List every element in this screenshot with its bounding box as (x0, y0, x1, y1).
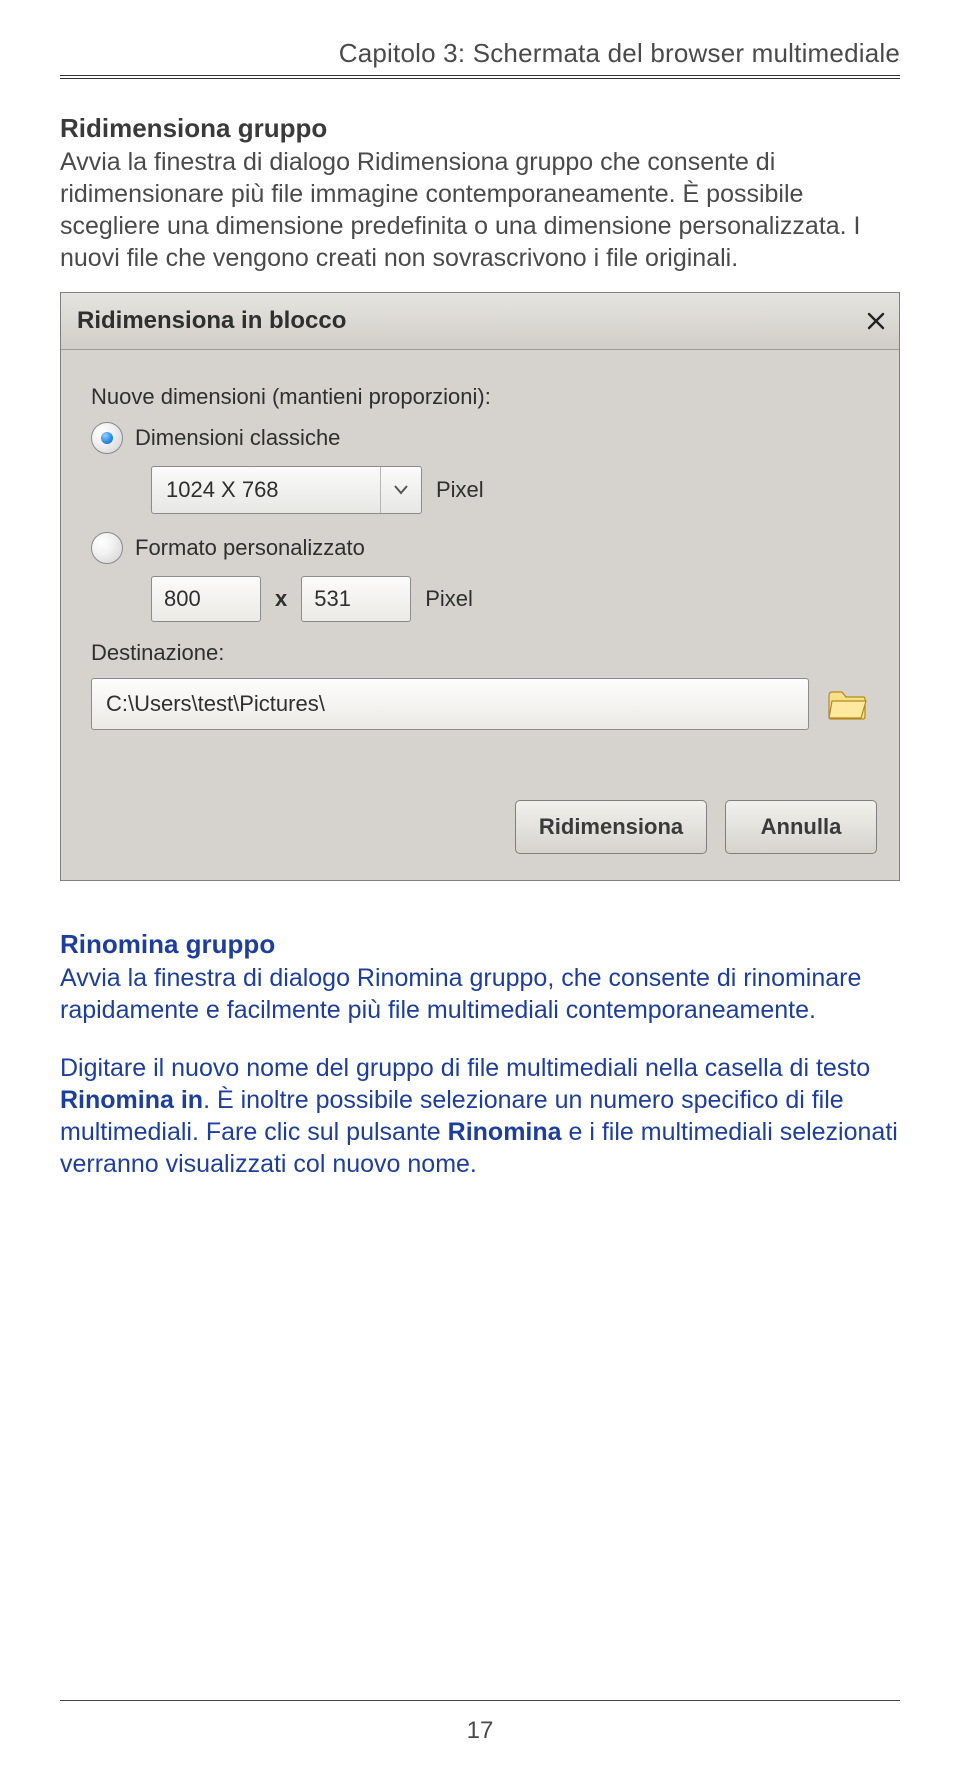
radio-custom-row[interactable]: Formato personalizzato (91, 532, 877, 564)
custom-size-row: x Pixel (151, 576, 877, 622)
footer-rule (60, 1700, 900, 1701)
custom-width-input[interactable] (151, 576, 261, 622)
radio-classic[interactable] (91, 422, 123, 454)
dialog-button-row: Ridimensiona Annulla (91, 800, 877, 854)
destination-label: Destinazione: (91, 640, 877, 666)
radio-classic-row[interactable]: Dimensioni classiche (91, 422, 877, 454)
section1-body: Avvia la finestra di dialogo Ridimension… (60, 146, 900, 274)
resize-button[interactable]: Ridimensiona (515, 800, 707, 854)
section2-p1: Avvia la finestra di dialogo Rinomina gr… (60, 962, 900, 1026)
section2-p2: Digitare il nuovo nome del gruppo di fil… (60, 1052, 900, 1180)
radio-custom-label: Formato personalizzato (135, 535, 365, 561)
preset-combo[interactable] (151, 466, 422, 514)
destination-input[interactable] (91, 678, 809, 730)
chapter-header: Capitolo 3: Schermata del browser multim… (60, 38, 900, 69)
preset-input[interactable] (152, 467, 380, 513)
radio-classic-label: Dimensioni classiche (135, 425, 340, 451)
section2-p2a: Digitare il nuovo nome del gruppo di fil… (60, 1054, 870, 1082)
resize-dialog: Ridimensiona in blocco Nuove dimensioni … (60, 292, 900, 881)
destination-row (91, 678, 877, 730)
dialog-titlebar: Ridimensiona in blocco (61, 293, 899, 350)
folder-icon[interactable] (817, 679, 877, 729)
page-number: 17 (0, 1717, 960, 1745)
times-label: x (275, 586, 287, 612)
dialog-title: Ridimensiona in blocco (77, 307, 346, 335)
dimensions-caption: Nuove dimensioni (mantieni proporzioni): (91, 384, 877, 410)
radio-custom[interactable] (91, 532, 123, 564)
section2-title: Rinomina gruppo (60, 929, 900, 960)
cancel-button[interactable]: Annulla (725, 800, 877, 854)
chevron-down-icon[interactable] (380, 467, 421, 513)
close-icon[interactable] (865, 310, 887, 332)
section1-title: Ridimensiona gruppo (60, 113, 900, 144)
custom-unit: Pixel (425, 586, 473, 612)
section2-bold2: Rinomina (448, 1118, 562, 1146)
custom-height-input[interactable] (301, 576, 411, 622)
dialog-body: Nuove dimensioni (mantieni proporzioni):… (61, 350, 899, 880)
section2-bold1: Rinomina in (60, 1086, 203, 1114)
preset-row: Pixel (151, 466, 877, 514)
header-divider (60, 75, 900, 79)
preset-unit: Pixel (436, 477, 484, 503)
